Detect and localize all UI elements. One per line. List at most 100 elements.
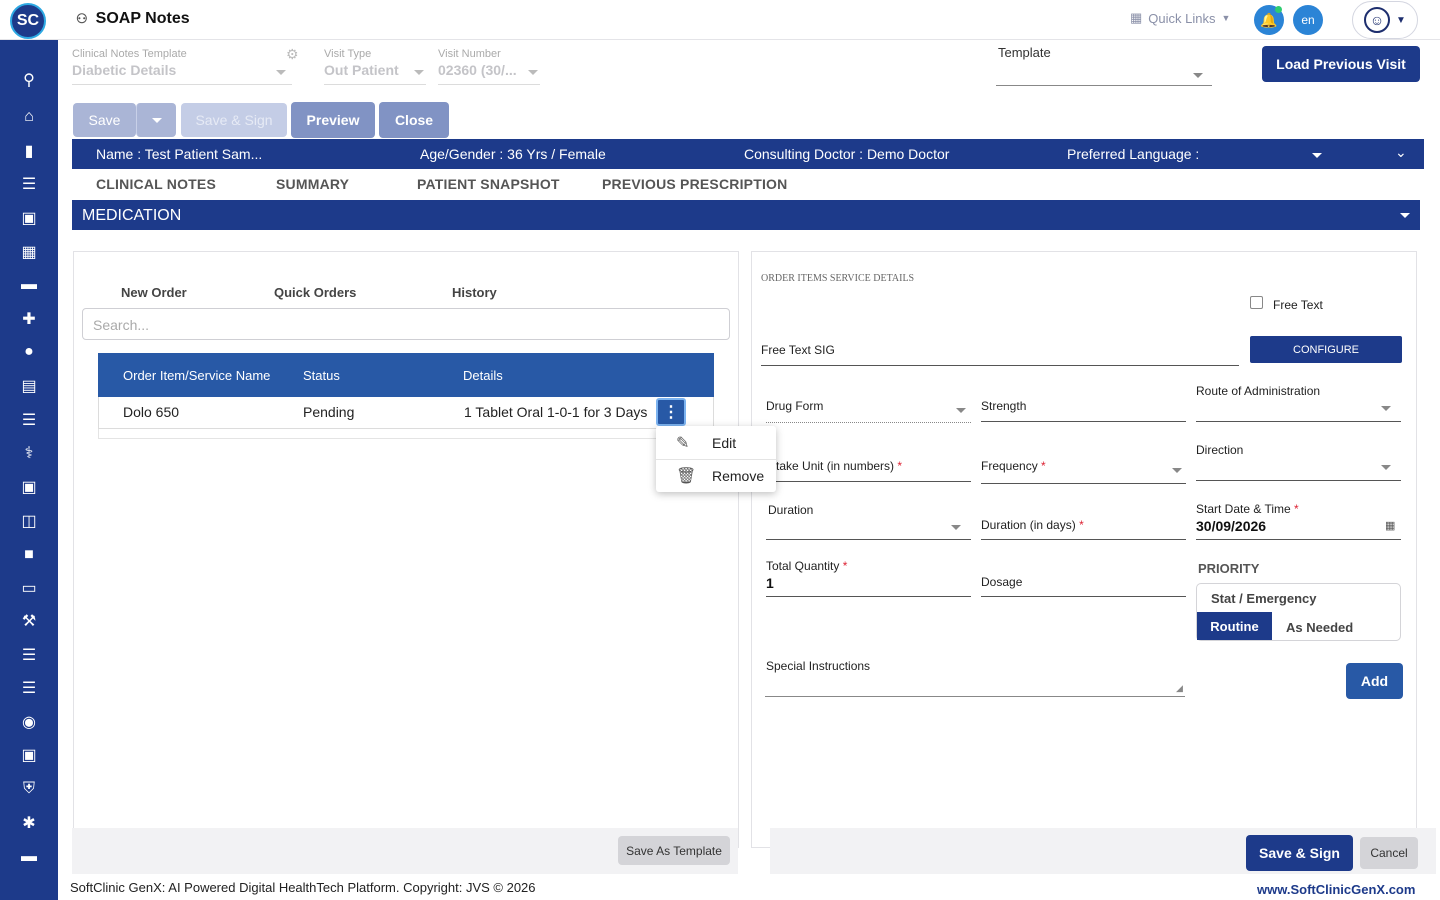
- section-title: MEDICATION: [82, 207, 182, 224]
- folder-icon[interactable]: ▬: [0, 843, 58, 871]
- chevron-down-icon[interactable]: [1312, 153, 1322, 158]
- search-icon[interactable]: ⚲: [0, 66, 58, 94]
- visit-type-underline: [324, 84, 426, 85]
- strength-field[interactable]: Strength: [981, 399, 1026, 413]
- app-logo[interactable]: SC: [10, 3, 46, 39]
- chevron-down-icon: ▼: [1396, 14, 1406, 26]
- row-actions-button[interactable]: ⋮: [656, 398, 686, 426]
- free-text-sig-field[interactable]: Free Text SIG: [761, 343, 835, 357]
- clinical-template-value[interactable]: Diabetic Details: [72, 62, 176, 78]
- tab-clinical-notes[interactable]: CLINICAL NOTES: [96, 176, 216, 192]
- priority-as-needed[interactable]: As Needed: [1286, 620, 1353, 635]
- order-item-status: Pending: [303, 404, 355, 420]
- direction-select[interactable]: [1196, 480, 1401, 481]
- book-icon[interactable]: ◫: [0, 507, 58, 535]
- footer-save-and-sign-button[interactable]: Save & Sign: [1246, 835, 1353, 871]
- person-icon[interactable]: ●: [0, 338, 58, 366]
- start-date-input[interactable]: 30/09/2026: [1196, 518, 1266, 534]
- building-icon[interactable]: ■: [0, 541, 58, 569]
- menu-icon[interactable]: ☰: [0, 641, 58, 669]
- required-marker: *: [897, 459, 903, 473]
- clinical-template-underline: [72, 84, 292, 85]
- menu-icon[interactable]: ☰: [0, 674, 58, 702]
- gift-icon: ▦: [1130, 10, 1143, 25]
- required-marker: *: [1079, 518, 1084, 532]
- wrench-icon[interactable]: ⚒: [0, 607, 58, 635]
- drug-form-field[interactable]: Drug Form: [766, 399, 823, 413]
- medication-section-header[interactable]: MEDICATION: [72, 200, 1420, 230]
- network-icon[interactable]: ✱: [0, 809, 58, 837]
- document-icon[interactable]: ▤: [0, 372, 58, 400]
- duration-select[interactable]: [766, 539, 971, 540]
- clipboard-icon[interactable]: ▣: [0, 204, 58, 232]
- save-button[interactable]: Save: [73, 103, 136, 137]
- intake-unit-field[interactable]: Intake Unit (in numbers) *: [766, 459, 902, 473]
- blood-drop-icon[interactable]: ◉: [0, 708, 58, 736]
- total-quantity-label: Total Quantity *: [766, 559, 847, 573]
- bed-icon[interactable]: ▬: [0, 271, 58, 299]
- calendar-icon[interactable]: ▦: [0, 238, 58, 266]
- expand-chevron-icon[interactable]: ⌄: [1395, 144, 1407, 161]
- duration-days-field[interactable]: Duration (in days) *: [981, 518, 1084, 532]
- notification-bell-button[interactable]: 🔔: [1254, 5, 1284, 35]
- dosage-field[interactable]: Dosage: [981, 575, 1022, 589]
- tab-summary[interactable]: SUMMARY: [276, 176, 349, 192]
- order-search-input[interactable]: Search...: [82, 308, 730, 340]
- close-button[interactable]: Close: [379, 102, 449, 138]
- total-quantity-input[interactable]: 1: [766, 575, 774, 591]
- configure-button[interactable]: CONFIGURE: [1250, 336, 1402, 363]
- language-button[interactable]: en: [1293, 5, 1323, 35]
- menu-item-edit[interactable]: ✎ Edit: [656, 427, 776, 459]
- home-icon[interactable]: ⌂: [0, 103, 58, 131]
- special-instructions-textarea[interactable]: [765, 696, 1185, 697]
- chevron-down-icon: [951, 525, 961, 530]
- tab-previous-prescription[interactable]: PREVIOUS PRESCRIPTION: [602, 176, 787, 192]
- settings-icon[interactable]: ⚙: [286, 46, 299, 63]
- direction-label: Direction: [1196, 443, 1244, 457]
- save-and-sign-button[interactable]: Save & Sign: [181, 103, 287, 137]
- preview-button[interactable]: Preview: [291, 102, 375, 138]
- frequency-underline: [981, 483, 1186, 484]
- table-row[interactable]: Dolo 650 Pending 1 Tablet Oral 1-0-1 for…: [98, 397, 714, 429]
- visit-type-value[interactable]: Out Patient: [324, 62, 399, 78]
- required-marker: *: [1041, 459, 1046, 473]
- pharmacy-icon[interactable]: ⚕: [0, 439, 58, 467]
- add-box-icon[interactable]: ▣: [0, 741, 58, 769]
- template-select[interactable]: [996, 85, 1212, 86]
- tab-new-order[interactable]: New Order: [121, 285, 187, 300]
- priority-routine[interactable]: Routine: [1197, 612, 1272, 640]
- cancel-button[interactable]: Cancel: [1360, 837, 1418, 869]
- order-details-heading: ORDER ITEMS SERVICE DETAILS: [761, 273, 915, 284]
- frequency-field[interactable]: Frequency *: [981, 459, 1046, 473]
- order-table-header: Order Item/Service Name Status Details: [98, 353, 714, 397]
- route-select[interactable]: [1196, 421, 1401, 422]
- free-text-checkbox[interactable]: [1250, 296, 1263, 309]
- calendar-icon[interactable]: ▦: [1385, 519, 1395, 532]
- shield-icon[interactable]: ⛨: [0, 775, 58, 803]
- start-date-underline: [1196, 539, 1401, 540]
- tab-quick-orders[interactable]: Quick Orders: [274, 285, 356, 300]
- devices-icon[interactable]: ▭: [0, 574, 58, 602]
- medical-plus-icon[interactable]: ✚: [0, 305, 58, 333]
- dosage-underline: [981, 596, 1186, 597]
- save-dropdown-button[interactable]: [136, 103, 176, 137]
- chart-icon[interactable]: ▮: [0, 137, 58, 165]
- free-text-sig-underline: [761, 365, 1239, 366]
- resize-handle-icon[interactable]: ◢: [1176, 683, 1183, 694]
- menu-icon[interactable]: ☰: [0, 170, 58, 198]
- order-panel: [73, 251, 739, 848]
- save-as-template-button[interactable]: Save As Template: [618, 836, 730, 865]
- visit-number-value[interactable]: 02360 (30/...: [438, 62, 517, 78]
- website-link[interactable]: www.SoftClinicGenX.com: [1257, 882, 1415, 897]
- quick-links-menu[interactable]: ▦ Quick Links ▼: [1130, 10, 1230, 26]
- user-menu-button[interactable]: ☺ ▼: [1352, 1, 1418, 39]
- list-icon[interactable]: ☰: [0, 406, 58, 434]
- tab-patient-snapshot[interactable]: PATIENT SNAPSHOT: [417, 176, 560, 192]
- load-previous-visit-button[interactable]: Load Previous Visit: [1262, 46, 1420, 82]
- menu-item-remove[interactable]: 🗑 Remove: [656, 460, 776, 492]
- add-button[interactable]: Add: [1346, 663, 1403, 699]
- required-marker: *: [1294, 502, 1299, 516]
- medicine-icon[interactable]: ▣: [0, 473, 58, 501]
- tab-history[interactable]: History: [452, 285, 497, 300]
- priority-stat-emergency[interactable]: Stat / Emergency: [1211, 591, 1317, 606]
